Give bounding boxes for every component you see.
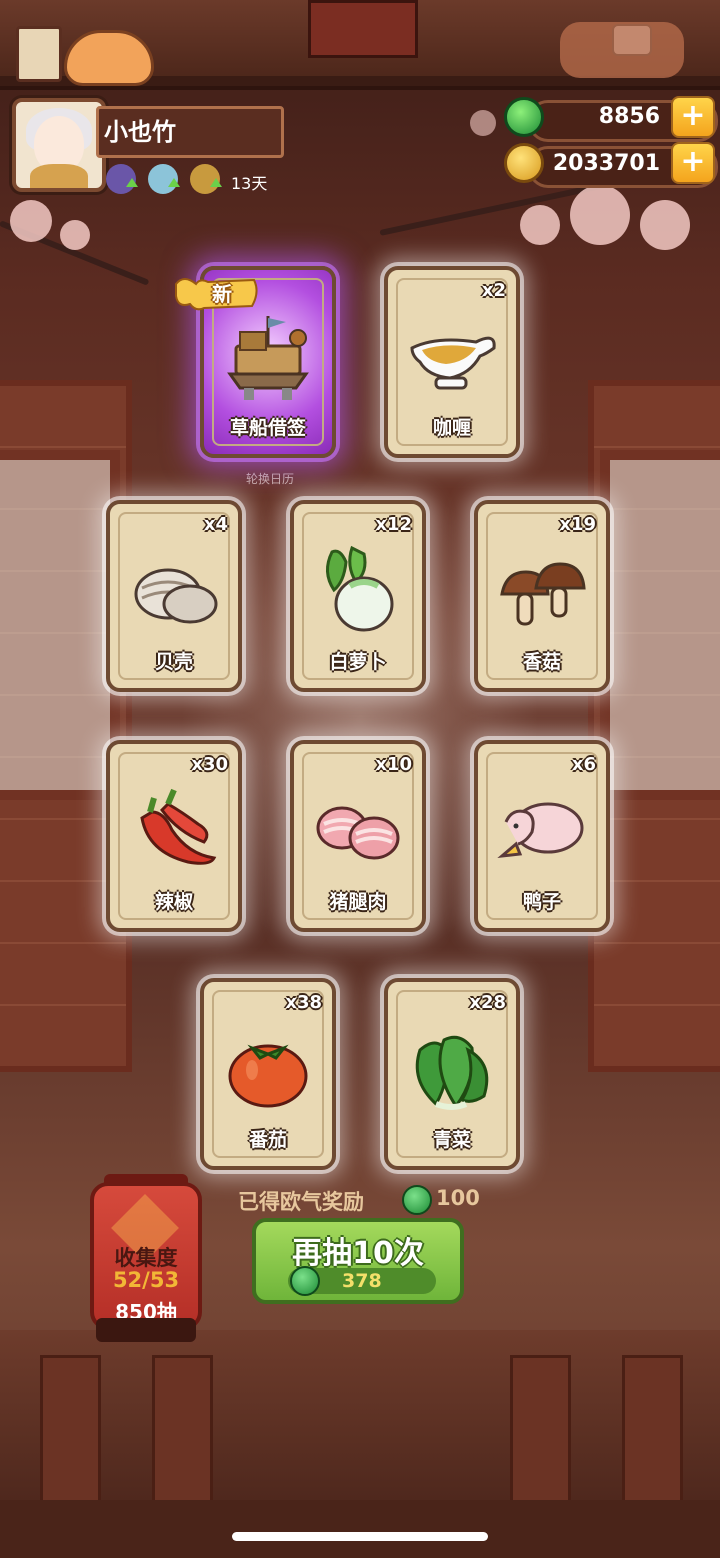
draw-again-button[interactable]: 再抽10次 378 — [252, 1218, 464, 1304]
lantern-stand — [96, 1318, 196, 1342]
home-indicator[interactable] — [232, 1532, 488, 1541]
calendar-label: 轮换日历 — [246, 472, 295, 486]
blossom-flower — [470, 110, 496, 136]
card-chili[interactable]: x30 辣椒 — [106, 740, 242, 932]
upgrade-arrow-icon — [126, 178, 138, 187]
card-tomato[interactable]: x38 番茄 — [200, 978, 336, 1170]
collection-lantern-button[interactable]: 收集度 52/53 850抽 — [90, 1182, 202, 1330]
avatar[interactable] — [12, 98, 106, 192]
railing-post — [510, 1355, 571, 1506]
duck-icon — [497, 802, 584, 859]
new-badge-text: 新 — [212, 282, 232, 306]
reward-label: 已得欧气奖励 — [238, 1190, 364, 1214]
card-bok-choy[interactable]: x28 青菜 — [384, 978, 520, 1170]
bottom-strip — [0, 1500, 720, 1558]
right-lattice-window — [600, 450, 720, 800]
upgrade-arrow-icon — [168, 178, 180, 187]
jade-icon — [504, 97, 544, 137]
white-radish-icon — [326, 545, 394, 632]
left-lattice-window — [0, 450, 120, 800]
collection-progress: 52/53 — [112, 1268, 180, 1292]
chili-pepper-icon — [140, 788, 217, 865]
add-coins-button[interactable]: + — [671, 142, 715, 184]
card-pork-leg[interactable]: x10 猪腿肉 — [290, 740, 426, 932]
card-mushroom[interactable]: x19 香菇 — [474, 500, 610, 692]
curry-gravy-boat-icon — [410, 336, 496, 390]
draw-again-label: 再抽10次 — [292, 1236, 424, 1271]
draw-cost: 378 — [342, 1270, 382, 1292]
bok-choy-icon — [415, 1035, 489, 1110]
jade-icon — [290, 1266, 320, 1296]
blossom-flower — [60, 220, 90, 250]
card-clam[interactable]: x4 贝壳 — [106, 500, 242, 692]
card-duck[interactable]: x6 鸭子 — [474, 740, 610, 932]
pork-leg-meat-icon — [316, 806, 400, 860]
reward-value: 100 — [436, 1186, 480, 1210]
add-jade-button[interactable]: + — [671, 96, 715, 138]
scroll-decoration-icon — [16, 26, 62, 82]
blossom-flower — [640, 200, 690, 250]
jade-icon — [402, 1185, 432, 1215]
upgrade-arrow-icon — [210, 178, 222, 187]
tomato-icon — [228, 1044, 308, 1108]
boat-icon — [227, 316, 309, 400]
card-white-radish[interactable]: x12 白萝卜 — [290, 500, 426, 692]
mushroom-icon — [500, 562, 586, 626]
glasses-cat-figure-icon — [308, 0, 418, 58]
card-curry[interactable]: x2 咖喱 — [384, 266, 520, 458]
player-name: 小也竹 — [104, 118, 176, 146]
railing-post — [40, 1355, 101, 1506]
avatar-body — [30, 164, 88, 188]
blossom-flower — [10, 200, 52, 242]
days-counter: 13天 — [231, 174, 268, 193]
cat-figure-icon — [64, 30, 154, 86]
blossom-flower — [520, 205, 560, 245]
coin-currency-value: 2033701 — [552, 151, 660, 176]
floor — [0, 1330, 720, 1500]
railing-post — [622, 1355, 683, 1506]
railing-post — [152, 1355, 213, 1506]
blossom-flower — [570, 185, 630, 245]
characters-figure-icon — [560, 22, 684, 78]
jade-currency-value: 8856 — [598, 104, 660, 129]
clam-shell-icon — [134, 568, 218, 624]
coin-icon — [504, 143, 544, 183]
